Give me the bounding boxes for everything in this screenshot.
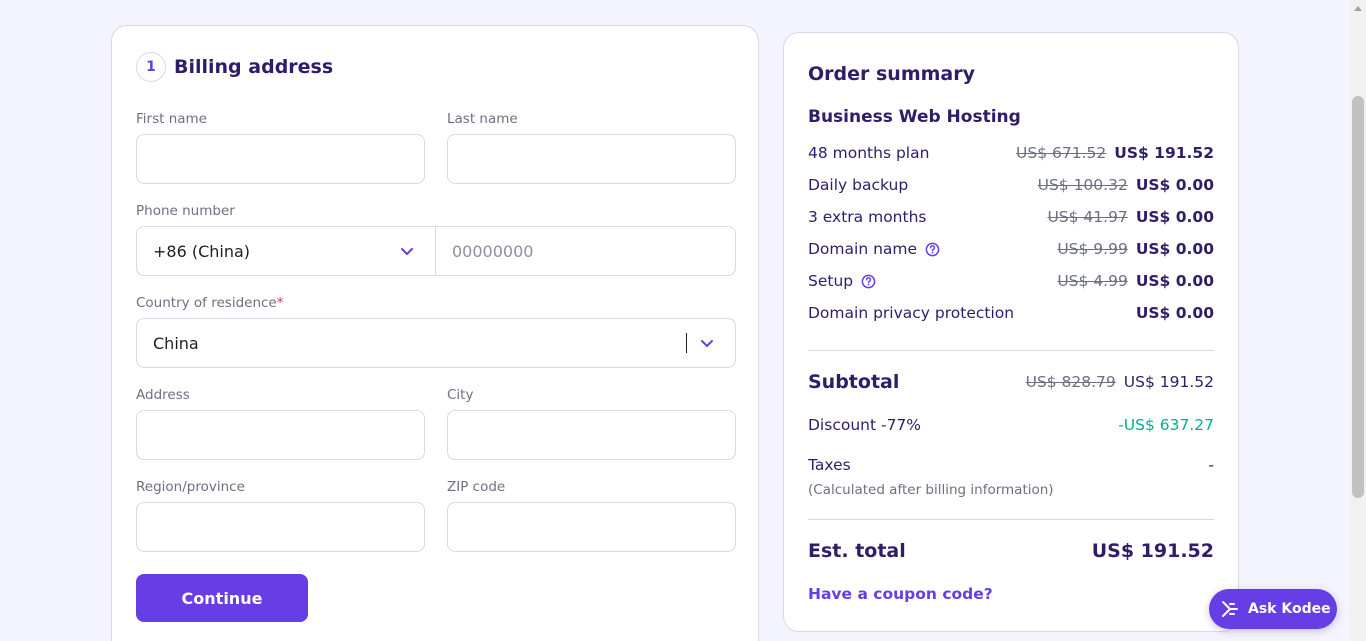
- summary-line-item: 48 months plan US$ 671.52 US$ 191.52: [808, 142, 1214, 164]
- est-total-label: Est. total: [808, 540, 906, 562]
- original-price: US$ 9.99: [1057, 240, 1128, 258]
- current-price: US$ 0.00: [1135, 304, 1214, 322]
- city-input[interactable]: [447, 410, 736, 460]
- order-summary-card: Order summary Business Web Hosting 48 mo…: [783, 32, 1239, 632]
- country-label-text: Country of residence: [136, 295, 277, 311]
- required-mark: *: [276, 295, 284, 311]
- first-name-label: First name: [136, 111, 207, 127]
- phone-number-input[interactable]: 00000000: [436, 227, 735, 275]
- line-item-label: 3 extra months: [808, 208, 926, 226]
- scrollbar-thumb[interactable]: [1352, 96, 1364, 498]
- country-select-value: China: [153, 333, 199, 353]
- step-number-badge: 1: [136, 52, 166, 82]
- original-price: US$ 41.97: [1047, 208, 1128, 226]
- original-price: US$ 4.99: [1057, 272, 1128, 290]
- line-item-label: Domain name: [808, 240, 940, 258]
- line-item-label: Domain privacy protection: [808, 304, 1014, 322]
- summary-line-item: Domain privacy protection US$ 0.00: [808, 302, 1214, 324]
- plan-name: Business Web Hosting: [808, 107, 1021, 127]
- summary-line-item: Setup US$ 4.99 US$ 0.00: [808, 270, 1214, 292]
- line-item-label-text: Domain privacy protection: [808, 304, 1015, 322]
- last-name-input[interactable]: [447, 134, 736, 184]
- phone-label: Phone number: [136, 203, 235, 219]
- order-summary-title: Order summary: [808, 63, 976, 85]
- discount-value: -US$ 637.27: [1118, 416, 1214, 434]
- line-item-prices: US$ 0.00: [1136, 304, 1214, 322]
- line-item-label: Daily backup: [808, 176, 908, 194]
- last-name-label: Last name: [447, 111, 518, 127]
- page-scrollbar[interactable]: [1350, 0, 1366, 641]
- taxes-note: (Calculated after billing information): [808, 482, 1054, 498]
- help-circle-icon[interactable]: [861, 274, 876, 289]
- billing-step-header: 1 Billing address: [136, 52, 333, 82]
- line-item-prices: US$ 9.99 US$ 0.00: [1057, 240, 1214, 258]
- discount-label: Discount -77%: [808, 416, 922, 434]
- summary-line-item: Daily backup US$ 100.32 US$ 0.00: [808, 174, 1214, 196]
- phone-country-code-select[interactable]: +86 (China): [137, 227, 436, 275]
- zip-label: ZIP code: [447, 479, 506, 495]
- taxes-value: -: [1208, 456, 1214, 474]
- current-price: US$ 0.00: [1135, 240, 1214, 258]
- summary-divider: [808, 519, 1214, 520]
- line-item-prices: US$ 100.32 US$ 0.00: [1038, 176, 1214, 194]
- help-circle-icon[interactable]: [925, 242, 940, 257]
- subtotal-label: Subtotal: [808, 371, 900, 393]
- address-label: Address: [136, 387, 190, 403]
- first-name-input[interactable]: [136, 134, 425, 184]
- current-price: US$ 0.00: [1135, 208, 1214, 226]
- line-item-label: Setup: [808, 272, 876, 290]
- line-item-prices: US$ 4.99 US$ 0.00: [1057, 272, 1214, 290]
- phone-country-code-value: +86 (China): [153, 241, 251, 261]
- continue-button[interactable]: Continue: [136, 574, 308, 622]
- subtotal-original-price: US$ 828.79: [1025, 373, 1116, 391]
- line-item-prices: US$ 671.52 US$ 191.52: [1016, 144, 1214, 162]
- line-item-label-text: Daily backup: [808, 176, 909, 194]
- phone-field-group: +86 (China) 00000000: [136, 226, 736, 276]
- line-item-label-text: 48 months plan: [808, 144, 930, 162]
- billing-title: Billing address: [174, 56, 334, 78]
- address-input[interactable]: [136, 410, 425, 460]
- summary-line-item: 3 extra months US$ 41.97 US$ 0.00: [808, 206, 1214, 228]
- line-item-label: 48 months plan: [808, 144, 929, 162]
- current-price: US$ 0.00: [1135, 272, 1214, 290]
- current-price: US$ 0.00: [1135, 176, 1214, 194]
- coupon-code-link[interactable]: Have a coupon code?: [808, 585, 993, 603]
- summary-line-item: Domain name US$ 9.99 US$ 0.00: [808, 238, 1214, 260]
- country-select[interactable]: China: [136, 318, 736, 368]
- chevron-down-icon: [400, 244, 414, 258]
- billing-address-card: 1 Billing address First name Last name P…: [111, 25, 759, 641]
- subtotal-prices: US$ 828.79 US$ 191.52: [1026, 373, 1214, 391]
- line-item-label-text: Setup: [808, 272, 854, 290]
- zip-input[interactable]: [447, 502, 736, 552]
- summary-divider: [808, 350, 1214, 351]
- current-price: US$ 191.52: [1114, 144, 1214, 162]
- scroll-up-arrow-icon[interactable]: [1354, 6, 1362, 11]
- country-label: Country of residence*: [136, 295, 283, 311]
- line-item-label-text: 3 extra months: [808, 208, 927, 226]
- est-total-value: US$ 191.52: [1091, 540, 1214, 562]
- ask-kodee-button[interactable]: Ask Kodee: [1209, 589, 1337, 629]
- original-price: US$ 671.52: [1016, 144, 1107, 162]
- kodee-sparkle-icon: [1221, 600, 1239, 618]
- chevron-down-icon: [700, 336, 714, 350]
- ask-kodee-label: Ask Kodee: [1248, 601, 1331, 617]
- original-price: US$ 100.32: [1037, 176, 1128, 194]
- city-label: City: [447, 387, 474, 403]
- subtotal-price: US$ 191.52: [1123, 373, 1214, 391]
- line-item-label-text: Domain name: [808, 240, 918, 258]
- line-item-prices: US$ 41.97 US$ 0.00: [1047, 208, 1214, 226]
- region-input[interactable]: [136, 502, 425, 552]
- select-separator: [686, 333, 687, 353]
- region-label: Region/province: [136, 479, 245, 495]
- taxes-label: Taxes: [808, 456, 851, 474]
